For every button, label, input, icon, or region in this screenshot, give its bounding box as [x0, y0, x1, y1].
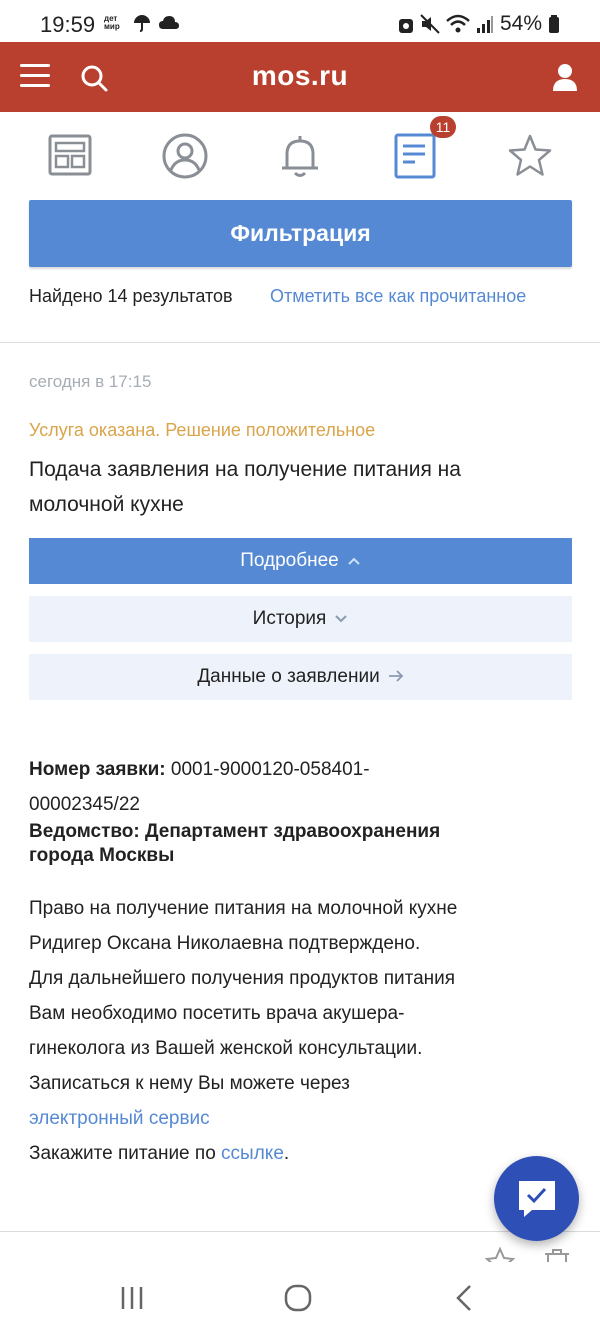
history-label: История [252, 608, 327, 629]
section-tabs [0, 112, 600, 200]
notification-status: Услуга оказана. Решение положительное [29, 420, 376, 440]
hamburger-icon-line [20, 84, 50, 87]
back-icon[interactable] [454, 1284, 474, 1312]
star-icon [508, 134, 552, 176]
chevron-down-icon [334, 597, 348, 643]
body-paragraph-3-text: Закажите питание по [29, 1143, 216, 1164]
user-button[interactable] [552, 62, 578, 92]
body-period: . [283, 1143, 290, 1164]
results-row: Найдено 14 результатов Отметить все как … [29, 286, 589, 307]
detmir-icon: дет мир [104, 14, 120, 31]
history-toggle-button[interactable]: История [29, 596, 572, 642]
tab-notifications[interactable] [276, 132, 324, 180]
signal-icon [476, 16, 493, 33]
department: Ведомство: Департамент здравоохранения г… [29, 820, 469, 868]
app-header: mos.ru [0, 42, 600, 112]
application-data-button[interactable]: Данные о заявлении [29, 654, 572, 700]
mute-icon [420, 14, 440, 34]
lock-app-icon [398, 19, 413, 33]
application-number: Номер заявки: 0001-9000120-058401-000023… [29, 752, 469, 822]
bell-icon [282, 136, 318, 177]
body-paragraph-1: Право на получение питания на молочной к… [29, 898, 458, 954]
status-notification-icons: дет мир [104, 13, 180, 33]
tab-profile[interactable] [161, 132, 209, 180]
mark-all-read-link[interactable]: Отметить все как прочитанное [270, 286, 526, 307]
search-button[interactable] [80, 64, 108, 92]
home-icon[interactable] [284, 1284, 312, 1312]
search-icon [81, 65, 108, 92]
application-data-label: Данные о заявлении [197, 666, 380, 687]
filter-button[interactable]: Фильтрация [29, 200, 572, 267]
body-paragraph-3: Закажите питание по ссылке. [29, 1136, 469, 1171]
status-bar: 19:59 дет мир 54% [0, 0, 600, 42]
battery-icon [549, 15, 559, 33]
notification-title: Подача заявления на получение питания на… [29, 458, 461, 516]
chat-check-icon [519, 1181, 555, 1217]
document-list-icon [394, 133, 436, 179]
notification-date: сегодня в 17:15 [29, 372, 152, 391]
cloud-icon [159, 16, 179, 29]
electronic-service-link[interactable]: электронный сервис [29, 1108, 210, 1129]
tab-applications[interactable] [391, 132, 439, 180]
notification-count-badge: 11 [430, 116, 456, 138]
wifi-icon [446, 14, 470, 33]
recent-apps-icon[interactable] [120, 1285, 144, 1311]
status-system-icons: 54% [398, 12, 560, 36]
profile-icon [162, 133, 208, 179]
notification-body: Право на получение питания на молочной к… [29, 891, 469, 1171]
divider [0, 342, 600, 343]
body-paragraph-2-text: Для дальнейшего получения продуктов пита… [29, 968, 456, 1094]
user-icon [553, 64, 577, 91]
results-count: Найдено 14 результатов [29, 286, 233, 306]
umbrella-icon [134, 15, 150, 32]
status-time: 19:59 [40, 12, 96, 37]
dashboard-icon [48, 134, 92, 176]
tab-dashboard[interactable] [46, 132, 94, 180]
hamburger-icon [20, 64, 50, 67]
battery-percent: 54% [499, 12, 542, 35]
chevron-up-icon [347, 539, 361, 585]
application-number-label: Номер заявки: [29, 759, 166, 780]
menu-button[interactable] [20, 64, 50, 90]
arrow-right-icon [388, 655, 404, 701]
next-card-actions [484, 1244, 584, 1264]
body-paragraph-2: Для дальнейшего получения продуктов пита… [29, 961, 469, 1136]
details-toggle-button[interactable]: Подробнее [29, 538, 572, 584]
order-link[interactable]: ссылке [221, 1143, 284, 1164]
tab-favorites[interactable] [506, 132, 554, 180]
details-label: Подробнее [240, 550, 339, 571]
android-navigation-bar [0, 1262, 600, 1333]
hamburger-icon-line [20, 74, 50, 77]
department-label: Ведомство: [29, 821, 140, 842]
feedback-fab[interactable] [494, 1156, 579, 1241]
